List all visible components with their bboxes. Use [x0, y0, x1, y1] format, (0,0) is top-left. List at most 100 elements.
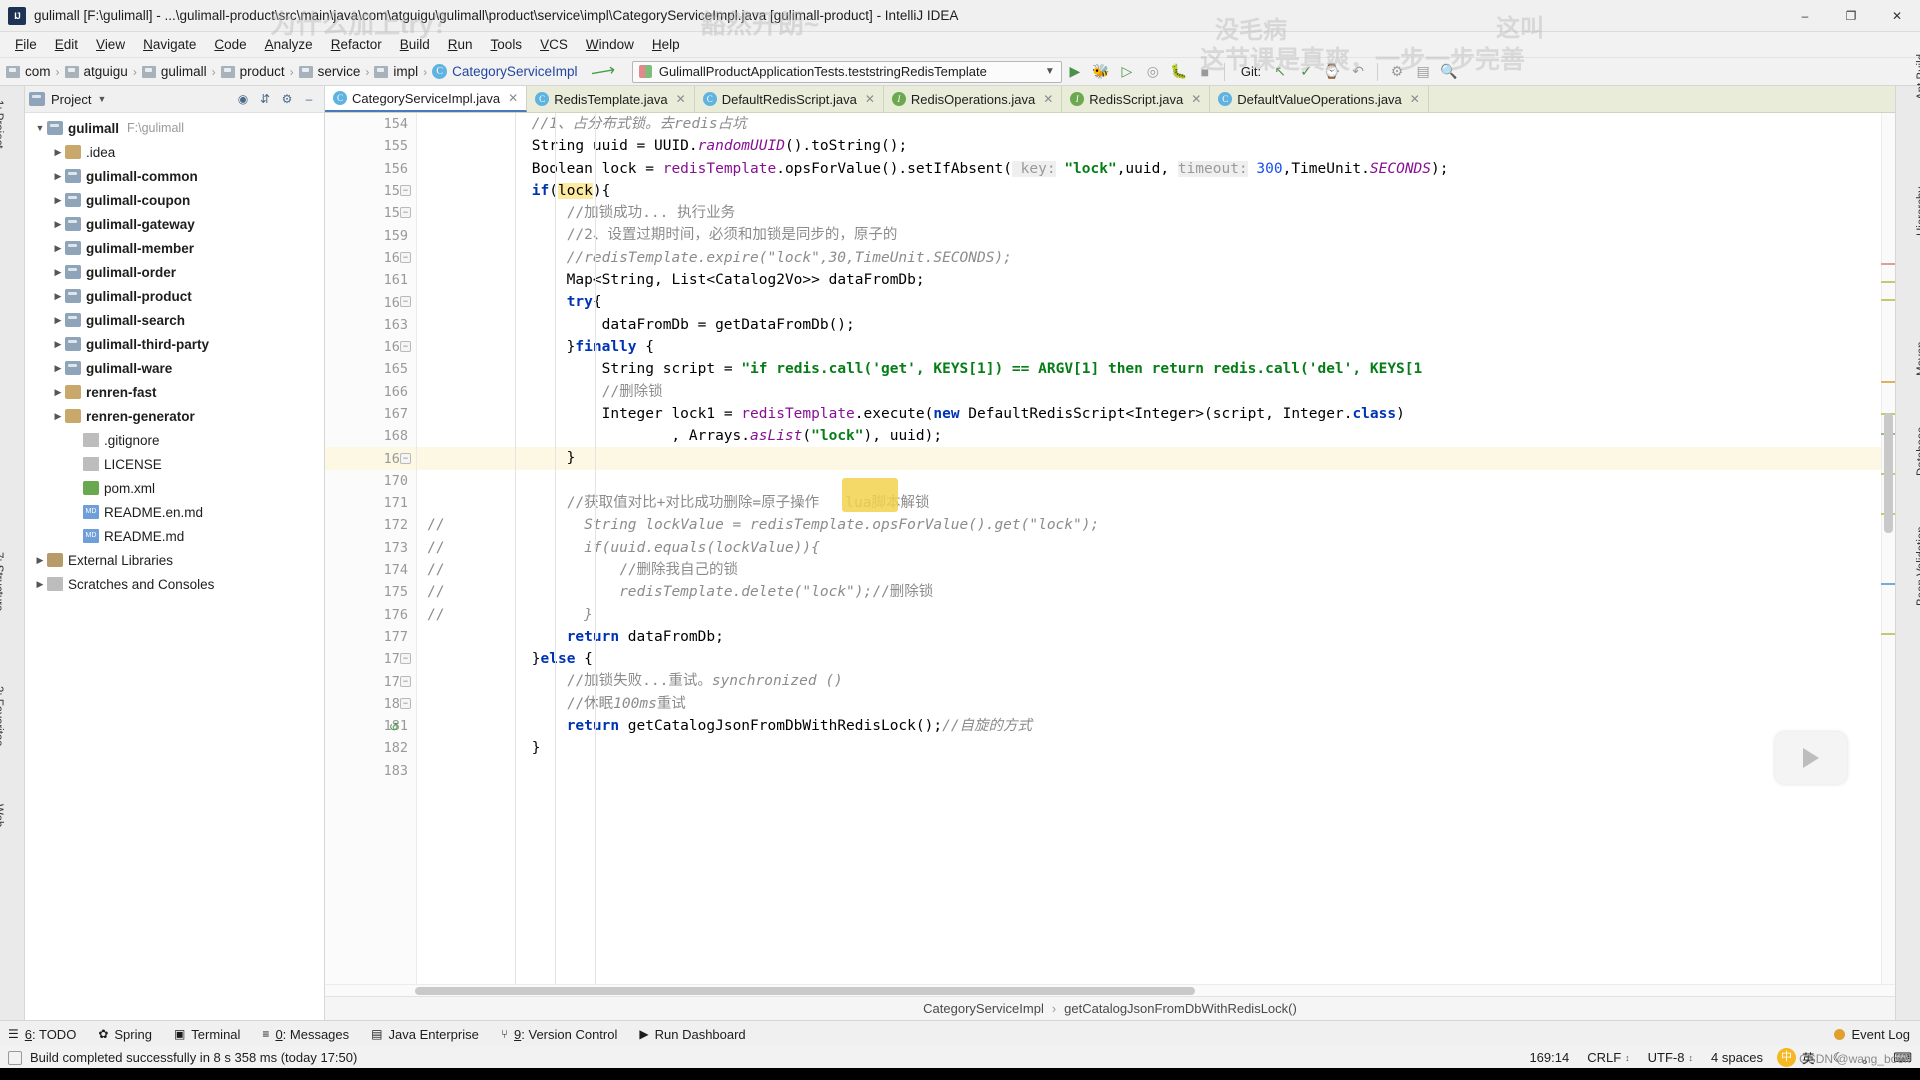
strip-item-web[interactable]: Web	[0, 804, 4, 827]
maximize-button[interactable]: ❐	[1828, 0, 1874, 32]
menu-item-code[interactable]: Code	[205, 34, 255, 55]
tree-item[interactable]: ▶ renren-fast	[25, 380, 324, 404]
menu-item-edit[interactable]: Edit	[46, 34, 87, 55]
editor-tab[interactable]: C RedisTemplate.java ✕	[527, 86, 695, 112]
strip-item-favorites[interactable]: 2: Favorites	[0, 686, 4, 746]
close-icon[interactable]: ✕	[1043, 92, 1053, 106]
menu-item-window[interactable]: Window	[577, 34, 643, 55]
chevron-down-icon[interactable]: ▼	[97, 94, 106, 104]
menu-item-build[interactable]: Build	[391, 34, 439, 55]
menu-item-vcs[interactable]: VCS	[531, 34, 577, 55]
chevron-down-icon[interactable]: ▼	[1045, 66, 1055, 77]
hscrollbar-thumb[interactable]	[415, 987, 1195, 995]
breadcrumb-class[interactable]: CategoryServiceImpl	[923, 1001, 1044, 1016]
settings-icon[interactable]: ⚙	[1384, 60, 1410, 84]
editor-tab[interactable]: I RedisScript.java ✕	[1062, 86, 1211, 112]
update-project-icon[interactable]: ↖	[1267, 60, 1293, 84]
stop-button[interactable]: ■	[1192, 60, 1218, 84]
scrollbar-thumb[interactable]	[1884, 413, 1893, 533]
minimize-button[interactable]: –	[1782, 0, 1828, 32]
editor-tab[interactable]: I RedisOperations.java ✕	[883, 86, 1063, 112]
run-button[interactable]: ▶	[1062, 60, 1088, 84]
caret-position[interactable]: 169:14	[1529, 1050, 1569, 1065]
code-line[interactable]: }	[417, 737, 1895, 759]
tree-item[interactable]: ▶ gulimall-order	[25, 260, 324, 284]
tree-item[interactable]: ▶ gulimall-product	[25, 284, 324, 308]
fold-marker-icon[interactable]: −	[400, 207, 411, 219]
tool-window-button-todo[interactable]: ☰ 6: TODO	[8, 1027, 76, 1042]
event-log-button[interactable]: Event Log	[1834, 1027, 1910, 1042]
tree-item[interactable]: ▶ gulimall-coupon	[25, 188, 324, 212]
code-line[interactable]: }else {	[417, 648, 1895, 670]
code-line[interactable]: //加锁成功... 执行业务	[417, 202, 1895, 224]
strip-item-structure[interactable]: 7: Structure	[0, 552, 4, 611]
commit-icon[interactable]: ✓	[1293, 60, 1319, 84]
collapse-all-icon[interactable]: ⇵	[254, 88, 276, 110]
project-structure-icon[interactable]: ▤	[1410, 60, 1436, 84]
chevron-right-icon[interactable]: ▶	[51, 171, 65, 182]
chevron-right-icon[interactable]: ▶	[51, 267, 65, 278]
strip-item-maven[interactable]: Maven	[1916, 341, 1920, 376]
strip-item-ant-build[interactable]: Ant Build	[1916, 54, 1920, 100]
editor-tab[interactable]: C DefaultValueOperations.java ✕	[1210, 86, 1429, 112]
tree-item[interactable]: .gitignore	[25, 428, 324, 452]
editor-code[interactable]: //1、占分布式锁。去redis占坑 String uuid = UUID.ra…	[417, 113, 1895, 984]
code-line[interactable]: //加锁失败...重试。synchronized ()	[417, 670, 1895, 692]
ime-badge-icon[interactable]: 中	[1777, 1048, 1797, 1067]
code-line[interactable]: String script = "if redis.call('get', KE…	[417, 358, 1895, 380]
chevron-right-icon[interactable]: ▶	[51, 291, 65, 302]
code-line[interactable]: // if(uuid.equals(lockValue)){	[417, 537, 1895, 559]
code-line[interactable]: // redisTemplate.delete("lock");//删除锁	[417, 581, 1895, 603]
close-icon[interactable]: ✕	[865, 92, 875, 106]
profile-button[interactable]: ◎	[1140, 60, 1166, 84]
chevron-right-icon[interactable]: ▶	[51, 147, 65, 158]
chevron-right-icon[interactable]: ▶	[33, 555, 47, 566]
strip-item-database[interactable]: Database	[1916, 427, 1920, 476]
code-line[interactable]: //休眠100ms重试	[417, 693, 1895, 715]
breadcrumb-item-atguigu[interactable]: atguigu	[64, 64, 128, 79]
breadcrumb-item-impl[interactable]: impl	[374, 64, 418, 79]
menu-item-analyze[interactable]: Analyze	[256, 34, 322, 55]
close-icon[interactable]: ✕	[1191, 92, 1201, 106]
code-line[interactable]: //获取值对比+对比成功删除=原子操作 lua脚本解锁	[417, 492, 1895, 514]
tree-item[interactable]: pom.xml	[25, 476, 324, 500]
file-encoding[interactable]: UTF-8 ↕	[1648, 1050, 1693, 1065]
code-line[interactable]: return getCatalogJsonFromDbWithRedisLock…	[417, 715, 1895, 737]
fold-column[interactable]: − − − − − − − − −	[394, 113, 416, 984]
menu-item-file[interactable]: File	[6, 34, 46, 55]
code-line[interactable]: // String lockValue = redisTemplate.opsF…	[417, 514, 1895, 536]
tree-item[interactable]: ▶ renren-generator	[25, 404, 324, 428]
search-icon[interactable]: 🔍	[1436, 60, 1462, 84]
tool-window-button-java-enterprise[interactable]: ▤ Java Enterprise	[371, 1027, 479, 1042]
chevron-right-icon[interactable]: ▶	[51, 315, 65, 326]
editor-gutter[interactable]: − − − − − − − − −154 155 156 157 158 159 160 161 162 163 1…	[325, 113, 417, 984]
menu-item-navigate[interactable]: Navigate	[134, 34, 205, 55]
code-line[interactable]: // }	[417, 604, 1895, 626]
code-editor[interactable]: − − − − − − − − −154 155 156 157 158 159 160 161 162 163 1…	[325, 113, 1895, 984]
locate-file-icon[interactable]: ◉	[232, 88, 254, 110]
editor-tab[interactable]: C CategoryServiceImpl.java ✕	[325, 86, 528, 112]
code-line[interactable]: //2、设置过期时间，必须和加锁是同步的，原子的	[417, 224, 1895, 246]
code-line[interactable]: if(lock){	[417, 180, 1895, 202]
code-line[interactable]	[417, 760, 1895, 782]
menu-item-tools[interactable]: Tools	[482, 34, 532, 55]
fold-marker-icon[interactable]: −	[400, 184, 411, 196]
menu-item-view[interactable]: View	[87, 34, 134, 55]
chevron-down-icon[interactable]: ▼	[33, 123, 47, 133]
chevron-right-icon[interactable]: ▶	[51, 195, 65, 206]
line-separator[interactable]: CRLF ↕	[1587, 1050, 1629, 1065]
code-line[interactable]: Boolean lock = redisTemplate.opsForValue…	[417, 158, 1895, 180]
tree-item[interactable]: ▼ gulimall F:\gulimall	[25, 116, 324, 140]
tree-item[interactable]: ▶ gulimall-search	[25, 308, 324, 332]
tree-item[interactable]: ▶ .idea	[25, 140, 324, 164]
breadcrumb-method[interactable]: getCatalogJsonFromDbWithRedisLock()	[1064, 1001, 1297, 1016]
chevron-right-icon[interactable]: ▶	[51, 411, 65, 422]
chevron-right-icon[interactable]: ▶	[51, 219, 65, 230]
code-line[interactable]: return dataFromDb;	[417, 626, 1895, 648]
tool-window-button-spring[interactable]: ✿ Spring	[98, 1027, 152, 1042]
fold-marker-icon[interactable]: −	[400, 697, 411, 709]
code-line[interactable]: Map<String, List<Catalog2Vo>> dataFromDb…	[417, 269, 1895, 291]
tree-item[interactable]: MD README.md	[25, 524, 324, 548]
breadcrumb-item-product[interactable]: product	[220, 64, 285, 79]
tree-item[interactable]: ▶ gulimall-gateway	[25, 212, 324, 236]
